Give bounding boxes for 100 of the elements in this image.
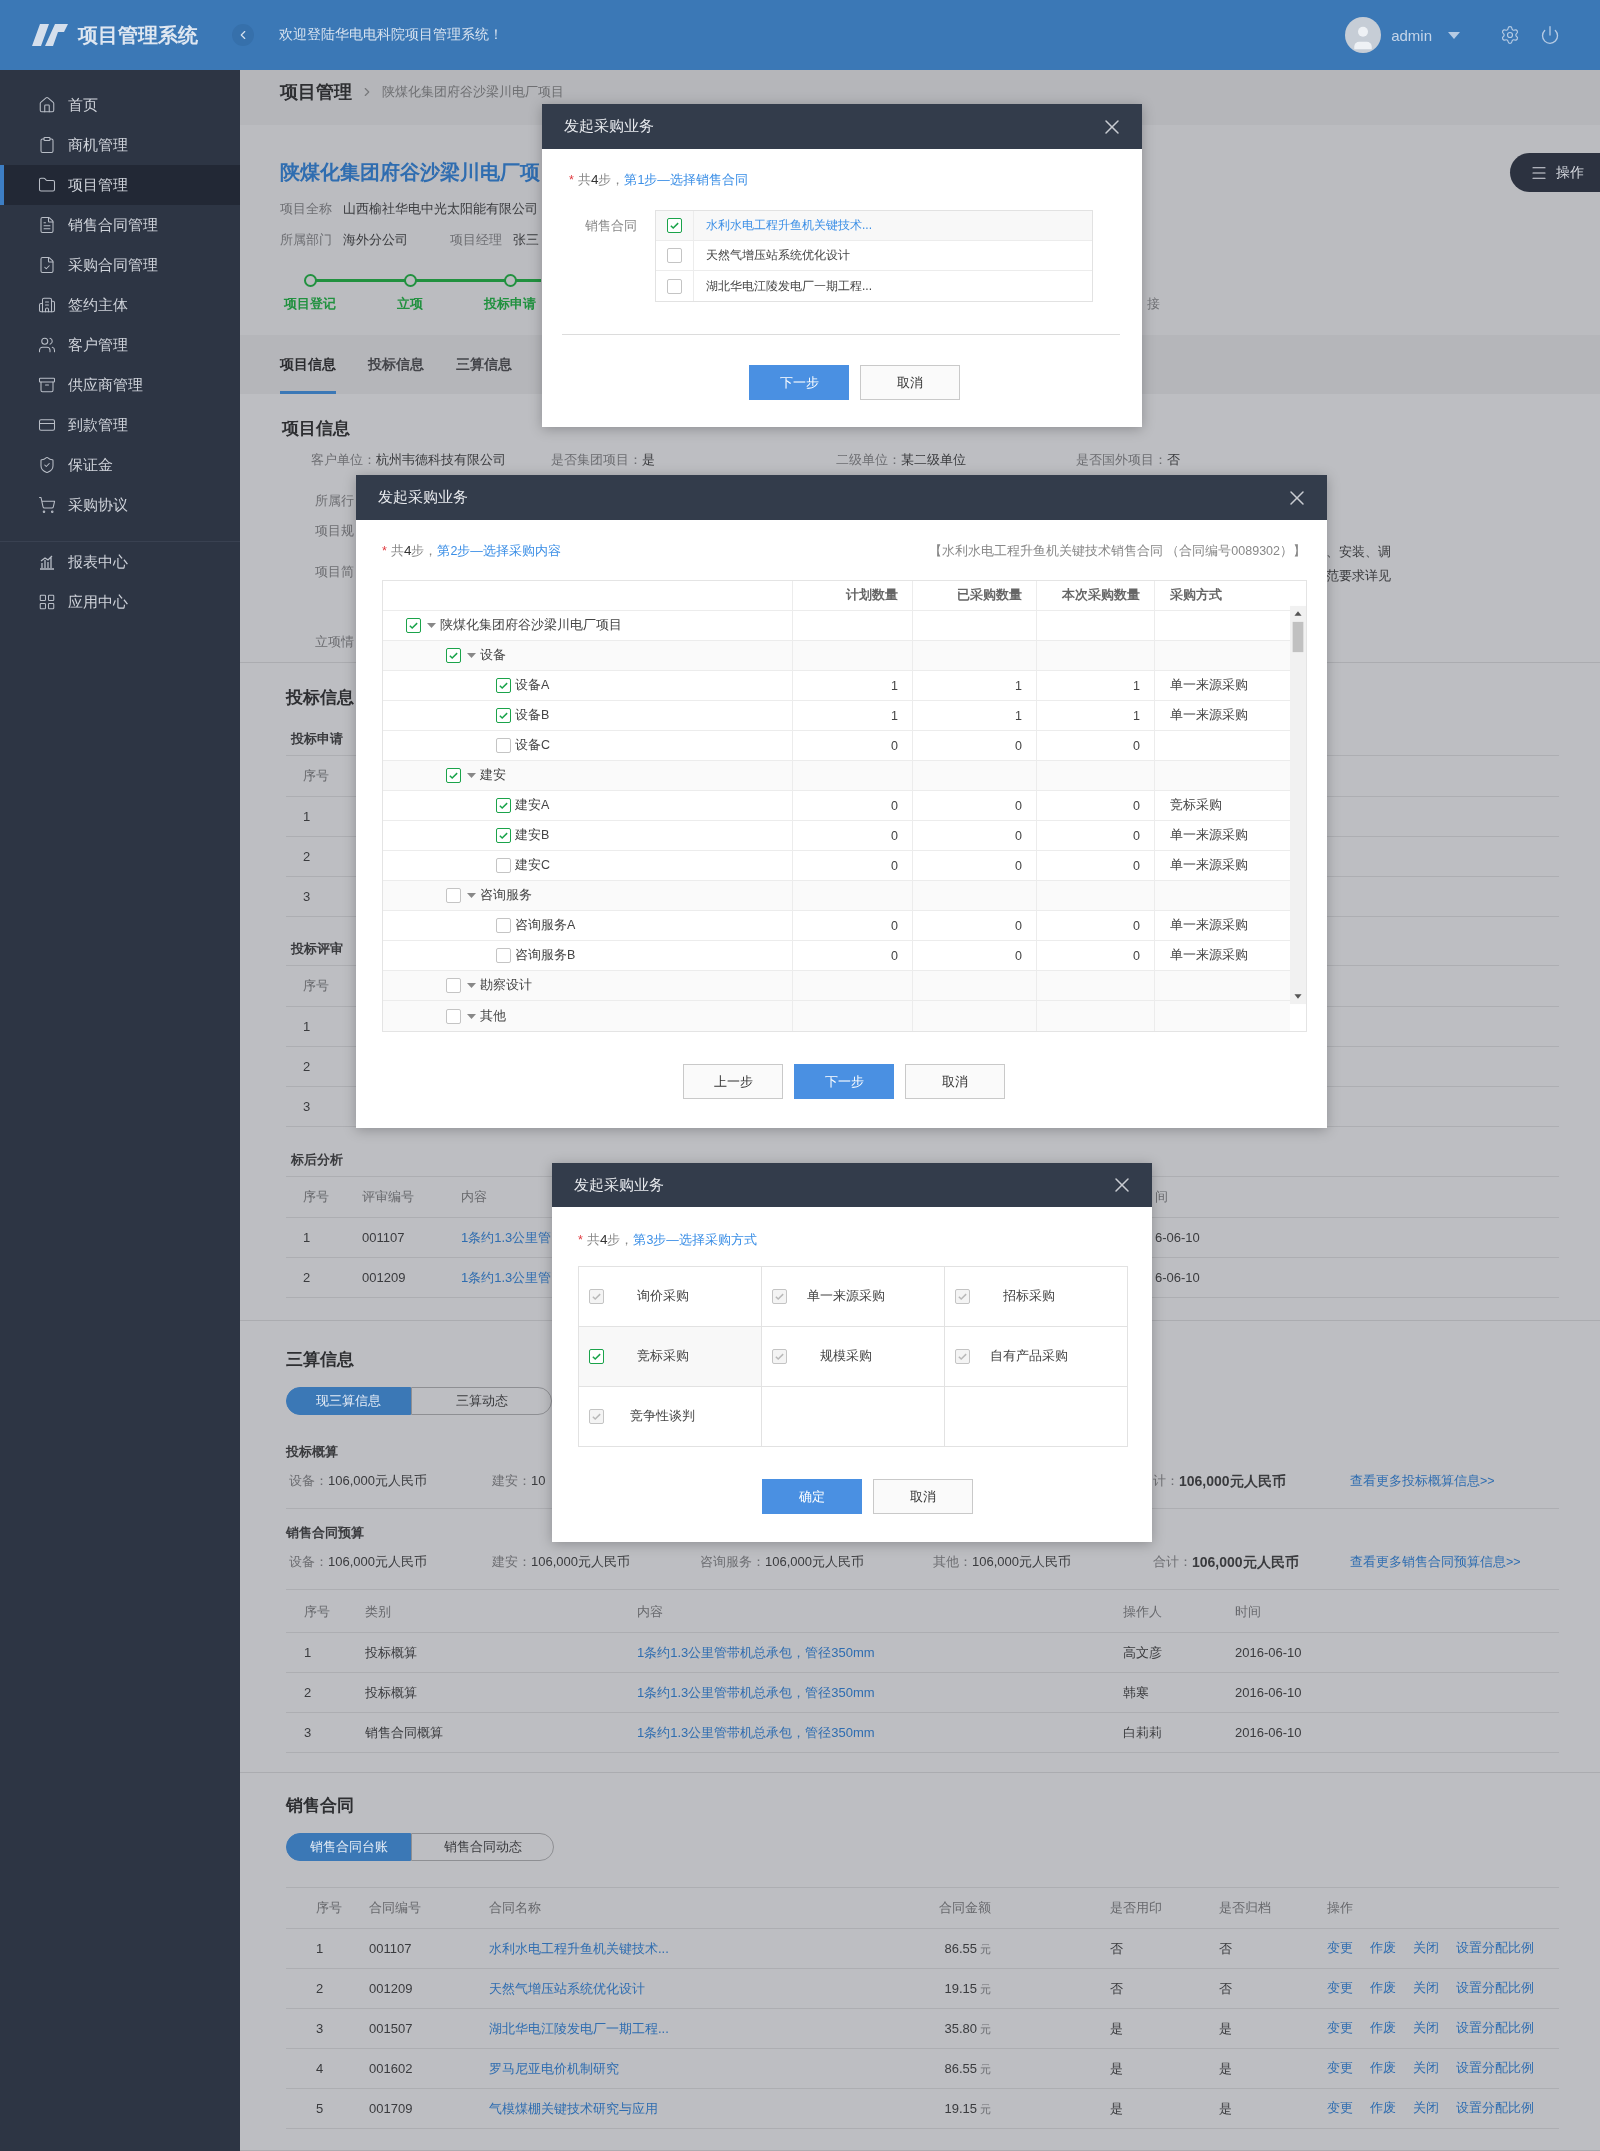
sidebar-item[interactable]: 应用中心 xyxy=(0,582,240,622)
checkbox[interactable] xyxy=(406,618,421,633)
action-link[interactable]: 设置分配比例 xyxy=(1456,2100,1534,2117)
list-option[interactable]: 天然气增压站系统优化设计 xyxy=(656,241,1092,271)
dialog-button[interactable]: 取消 xyxy=(872,1479,973,1514)
sidebar-item[interactable]: 保证金 xyxy=(0,445,240,485)
tab[interactable]: 三算信息 xyxy=(456,335,512,394)
dialog-button[interactable]: 取消 xyxy=(905,1064,1005,1099)
sidebar-item[interactable]: 商机管理 xyxy=(0,125,240,165)
checkbox[interactable] xyxy=(496,918,511,933)
action-link[interactable]: 作废 xyxy=(1370,2020,1396,2037)
action-link[interactable]: 变更 xyxy=(1327,2020,1353,2037)
action-link[interactable]: 设置分配比例 xyxy=(1456,1940,1534,1957)
action-link[interactable]: 关闭 xyxy=(1413,1980,1439,1997)
caret-icon[interactable] xyxy=(1448,31,1460,39)
field-label: 所属部门 xyxy=(280,231,333,249)
sidebar-item[interactable]: 到款管理 xyxy=(0,405,240,445)
checkbox[interactable] xyxy=(667,218,682,233)
sidebar-item[interactable]: 采购合同管理 xyxy=(0,245,240,285)
dialog-button[interactable]: 取消 xyxy=(860,365,960,400)
option-cell[interactable]: 竞标采购 xyxy=(579,1327,762,1387)
action-link[interactable]: 关闭 xyxy=(1413,1940,1439,1957)
caret-icon[interactable] xyxy=(467,1011,476,1021)
sidebar-item[interactable]: 供应商管理 xyxy=(0,365,240,405)
caret-icon[interactable] xyxy=(467,771,476,780)
caret-icon[interactable] xyxy=(427,621,436,630)
caret-icon[interactable] xyxy=(467,651,476,660)
list-option[interactable]: 水利水电工程升鱼机关键技术... xyxy=(656,211,1092,241)
action-link[interactable]: 变更 xyxy=(1327,2060,1353,2077)
checkbox[interactable] xyxy=(496,798,511,813)
table-link[interactable]: 1条约1.3公里管带机总承包，管径350mm xyxy=(637,1723,1123,1742)
action-link[interactable]: 关闭 xyxy=(1413,2100,1439,2117)
action-link[interactable]: 作废 xyxy=(1370,1980,1396,1997)
checkbox[interactable] xyxy=(496,828,511,843)
action-link[interactable]: 作废 xyxy=(1370,1940,1396,1957)
currency-unit: 元 xyxy=(980,2062,991,2075)
caret-icon[interactable] xyxy=(467,981,476,990)
more-link[interactable]: 查看更多销售合同预算信息>> xyxy=(1350,1552,1559,1572)
username[interactable]: admin xyxy=(1391,26,1432,44)
checkbox[interactable] xyxy=(446,768,461,783)
sidebar-item[interactable]: 首页 xyxy=(0,85,240,125)
table-link[interactable]: 湖北华电江陵发电厂一期工程... xyxy=(489,2019,909,2038)
power-icon[interactable] xyxy=(1540,25,1560,45)
collapse-button[interactable] xyxy=(232,24,254,46)
caret-icon[interactable] xyxy=(467,891,476,900)
more-link[interactable]: 查看更多投标概算信息>> xyxy=(1350,1471,1559,1491)
breadcrumb-link[interactable]: 项目管理 xyxy=(280,81,352,102)
budget-value: 106,000元人民币 xyxy=(1179,1472,1286,1491)
table-link[interactable]: 天然气增压站系统优化设计 xyxy=(489,1979,909,1998)
action-link[interactable]: 变更 xyxy=(1327,2100,1353,2117)
sidebar-item[interactable]: 报表中心 xyxy=(0,542,240,582)
checkbox[interactable] xyxy=(496,948,511,963)
field-label: 项目全称 xyxy=(280,200,333,218)
checkbox[interactable] xyxy=(667,248,682,263)
budget-label: 建安： xyxy=(492,1472,531,1490)
checkbox[interactable] xyxy=(446,648,461,663)
sidebar-item[interactable]: 项目管理 xyxy=(0,165,240,205)
action-link[interactable]: 设置分配比例 xyxy=(1456,2020,1534,2037)
checkbox[interactable] xyxy=(446,1008,461,1024)
table-link[interactable]: 罗马尼亚电价机制研究 xyxy=(489,2059,909,2078)
checkbox[interactable] xyxy=(589,1349,604,1364)
action-link[interactable]: 作废 xyxy=(1370,2100,1396,2117)
actions-button[interactable]: 操作 xyxy=(1510,153,1600,192)
table-cell-text: 销售合同概算 xyxy=(365,1723,444,1742)
settings-icon[interactable] xyxy=(1500,25,1520,45)
checkbox[interactable] xyxy=(496,738,511,753)
table-header-cell-text: 间 xyxy=(1155,1188,1169,1206)
dialog-button[interactable]: 下一步 xyxy=(794,1064,894,1099)
table-header-cell-text: 是否用印 xyxy=(1109,1899,1163,1917)
checkmark-icon xyxy=(591,1291,602,1302)
checkbox[interactable] xyxy=(446,888,461,903)
toggle-button[interactable]: 三算动态 xyxy=(411,1387,552,1415)
table-link[interactable]: 1条约1.3公里管带机总承包，管径350mm xyxy=(637,1643,1123,1662)
dialog-button[interactable]: 上一步 xyxy=(683,1064,783,1099)
sidebar-item[interactable]: 采购协议 xyxy=(0,485,240,525)
action-link[interactable]: 作废 xyxy=(1370,2060,1396,2077)
checkbox[interactable] xyxy=(496,678,511,693)
table-link[interactable]: 1条约1.3公里管带机总承包，管径350mm xyxy=(637,1683,1123,1702)
checkbox[interactable] xyxy=(446,978,461,993)
sidebar-item[interactable]: 签约主体 xyxy=(0,285,240,325)
dialog-button[interactable]: 确定 xyxy=(761,1479,862,1514)
action-link[interactable]: 变更 xyxy=(1327,1940,1353,1957)
checkbox[interactable] xyxy=(667,278,682,294)
table-link[interactable]: 气模煤棚关键技术研究与应用 xyxy=(489,2099,909,2118)
toggle-button[interactable]: 销售合同动态 xyxy=(411,1833,554,1861)
sidebar-item[interactable]: 销售合同管理 xyxy=(0,205,240,245)
action-link[interactable]: 关闭 xyxy=(1413,2060,1439,2077)
table-link[interactable]: 水利水电工程升鱼机关键技术... xyxy=(489,1939,909,1958)
toggle-button[interactable]: 现三算信息 xyxy=(286,1387,411,1415)
action-link[interactable]: 变更 xyxy=(1327,1980,1353,1997)
action-link[interactable]: 设置分配比例 xyxy=(1456,1980,1534,1997)
sidebar-item[interactable]: 客户管理 xyxy=(0,325,240,365)
action-link[interactable]: 关闭 xyxy=(1413,2020,1439,2037)
checkbox[interactable] xyxy=(496,858,511,873)
tab[interactable]: 投标信息 xyxy=(368,335,424,394)
dialog-button[interactable]: 下一步 xyxy=(749,365,849,400)
bar-chart-icon xyxy=(38,553,56,571)
action-link[interactable]: 设置分配比例 xyxy=(1456,2060,1534,2077)
checkbox[interactable] xyxy=(496,708,511,723)
toggle-button[interactable]: 销售合同台账 xyxy=(286,1833,411,1861)
